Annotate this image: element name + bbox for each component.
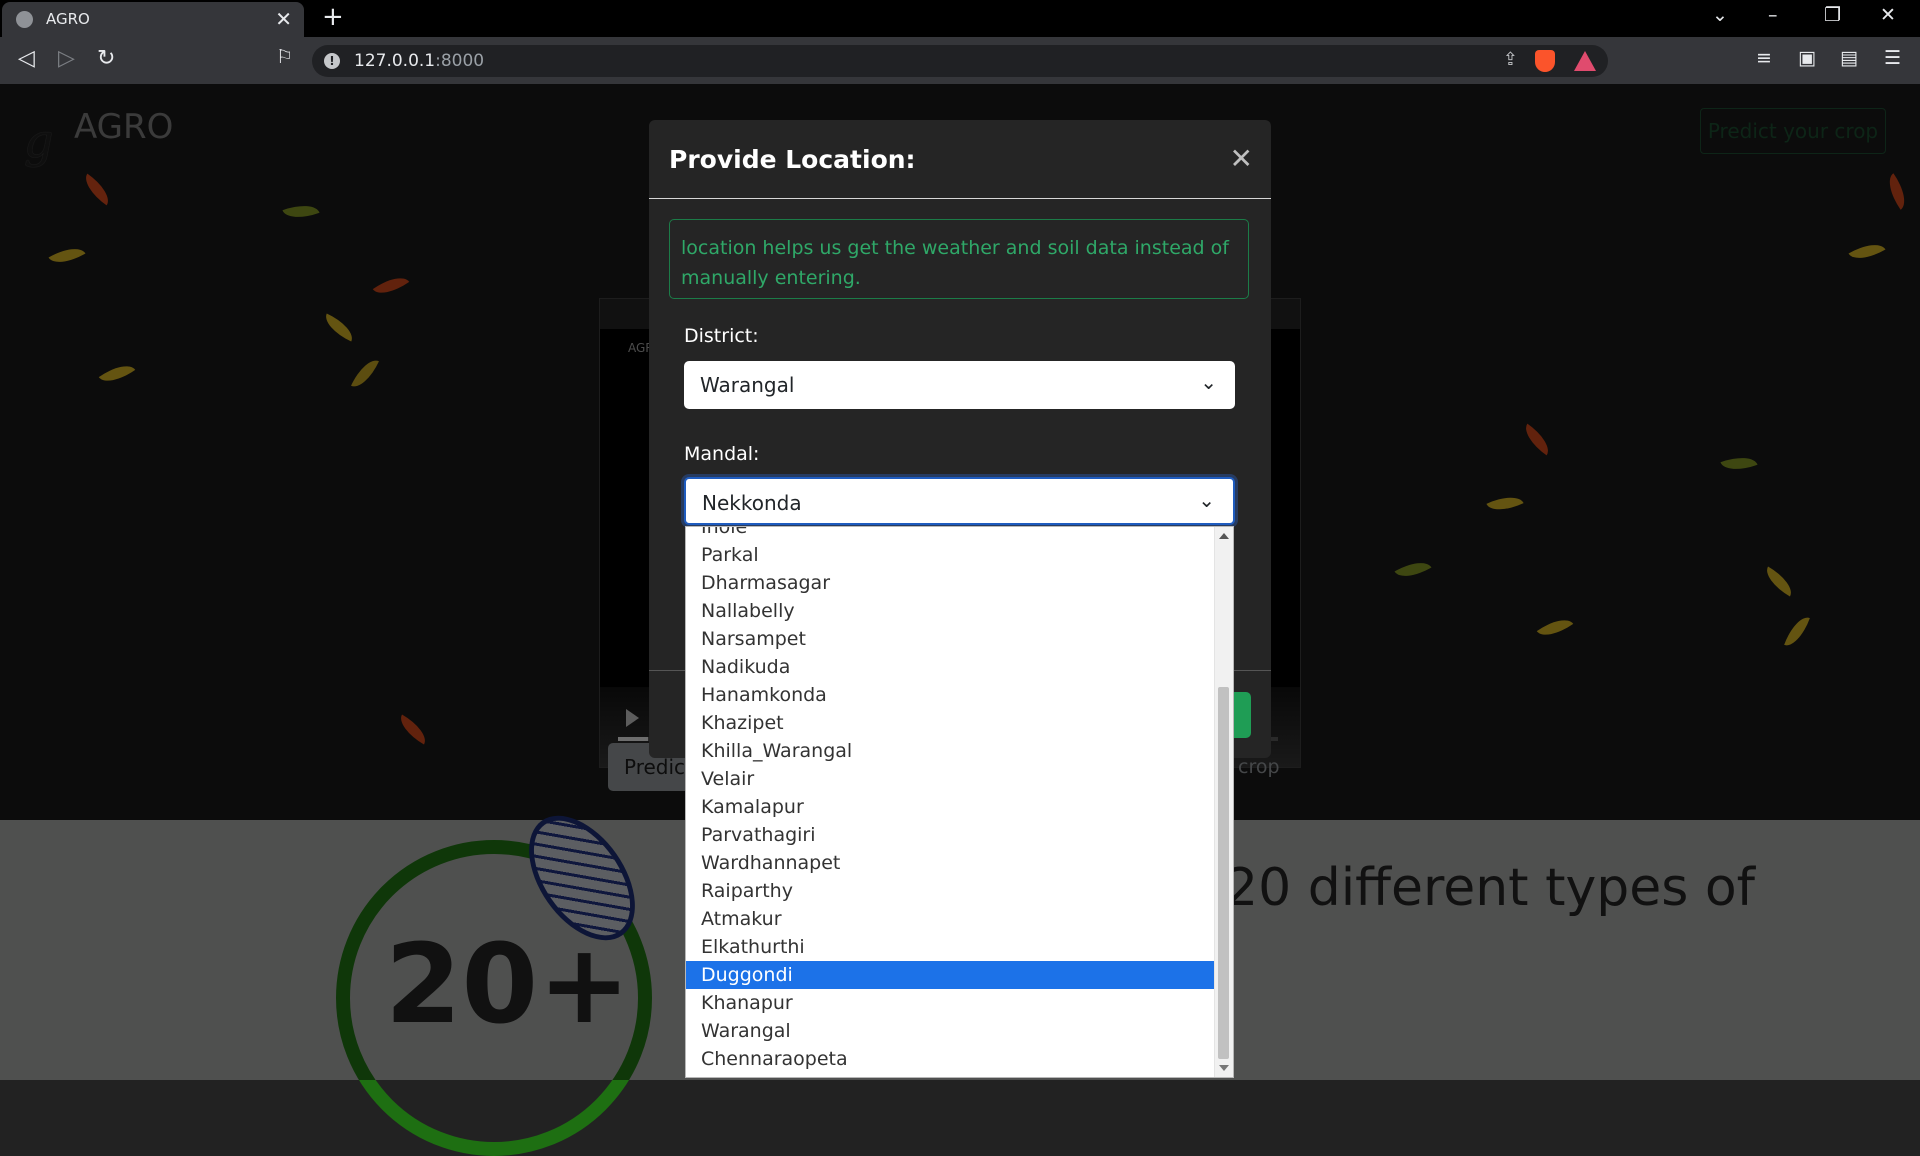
brave-shields-icon[interactable]: [1535, 50, 1555, 72]
menu-icon[interactable]: ☰: [1884, 47, 1901, 69]
url-text[interactable]: 127.0.0.1:8000: [354, 51, 484, 71]
district-label: District:: [684, 325, 759, 347]
browser-tabbar: AGRO ✕ + ⌄ – ❐ ✕: [0, 0, 1920, 37]
playlist-icon[interactable]: ≡: [1756, 47, 1772, 69]
address-bar[interactable]: ! 127.0.0.1:8000 ⇪: [312, 45, 1608, 77]
mandal-option[interactable]: Hanamkonda: [686, 681, 1215, 709]
mandal-option[interactable]: Narsampet: [686, 625, 1215, 653]
mandal-option[interactable]: Parkal: [686, 541, 1215, 569]
scroll-up-icon[interactable]: [1219, 533, 1229, 539]
dropdown-scrollbar[interactable]: [1214, 527, 1233, 1077]
mandal-options: Inole Parkal Dharmasagar Nallabelly Narsampe…: [686, 527, 1215, 1073]
window-close-icon[interactable]: ✕: [1880, 4, 1896, 26]
mandal-option[interactable]: Duggondi: [686, 961, 1215, 989]
mandal-option[interactable]: Raiparthy: [686, 877, 1215, 905]
district-value: Warangal: [700, 373, 795, 397]
url-port: :8000: [435, 51, 485, 71]
brave-rewards-icon[interactable]: [1574, 51, 1596, 71]
mandal-option[interactable]: Khanapur: [686, 989, 1215, 1017]
mandal-option[interactable]: Velair: [686, 765, 1215, 793]
browser-tab[interactable]: AGRO ✕: [2, 2, 304, 37]
chevron-down-icon: ⌄: [1200, 370, 1217, 394]
mandal-option[interactable]: Atmakur: [686, 905, 1215, 933]
browser-toolbar: ◁ ▷ ↻ ⚐ ! 127.0.0.1:8000 ⇪ ≡ ▣ ▤ ☰: [0, 37, 1920, 84]
forward-icon[interactable]: ▷: [58, 46, 75, 71]
bookmark-icon[interactable]: ⚐: [276, 46, 293, 68]
info-alert: location helps us get the weather and so…: [669, 219, 1249, 299]
sidebar-icon[interactable]: ▣: [1798, 47, 1816, 69]
restore-icon[interactable]: ❐: [1824, 4, 1841, 26]
mandal-label: Mandal:: [684, 443, 760, 465]
mandal-option[interactable]: Nallabelly: [686, 597, 1215, 625]
mandal-option[interactable]: Elkathurthi: [686, 933, 1215, 961]
mandal-option[interactable]: Chennaraopeta: [686, 1045, 1215, 1073]
close-icon[interactable]: ✕: [1230, 142, 1253, 175]
minimize-icon[interactable]: –: [1768, 4, 1778, 26]
mandal-option[interactable]: Wardhannapet: [686, 849, 1215, 877]
mandal-dropdown-list[interactable]: Inole Parkal Dharmasagar Nallabelly Narsampe…: [685, 526, 1234, 1078]
chevron-down-icon: ⌄: [1198, 488, 1215, 512]
wallet-icon[interactable]: ▤: [1840, 47, 1858, 69]
mandal-option[interactable]: Nadikuda: [686, 653, 1215, 681]
mandal-option[interactable]: Dharmasagar: [686, 569, 1215, 597]
mandal-option[interactable]: Kamalapur: [686, 793, 1215, 821]
mandal-option[interactable]: Warangal: [686, 1017, 1215, 1045]
scrollbar-thumb[interactable]: [1218, 687, 1229, 1059]
globe-icon: [16, 11, 33, 28]
share-icon[interactable]: ⇪: [1503, 49, 1518, 70]
new-tab-icon[interactable]: +: [322, 2, 344, 32]
mandal-value: Nekkonda: [702, 491, 802, 515]
reload-icon[interactable]: ↻: [97, 46, 115, 71]
district-select[interactable]: Warangal ⌄: [684, 361, 1235, 409]
tab-search-icon[interactable]: ⌄: [1712, 4, 1728, 26]
url-host: 127.0.0.1: [354, 51, 436, 71]
mandal-option[interactable]: Inole: [686, 527, 1215, 541]
modal-title: Provide Location:: [669, 145, 916, 174]
back-icon[interactable]: ◁: [18, 46, 35, 71]
tab-close-icon[interactable]: ✕: [275, 7, 292, 31]
tab-title: AGRO: [46, 10, 90, 28]
mandal-option[interactable]: Parvathagiri: [686, 821, 1215, 849]
mandal-option[interactable]: Khilla_Warangal: [686, 737, 1215, 765]
mandal-select[interactable]: Nekkonda ⌄: [684, 477, 1235, 525]
info-icon[interactable]: !: [324, 53, 340, 69]
scroll-down-icon[interactable]: [1219, 1065, 1229, 1071]
mandal-option[interactable]: Khazipet: [686, 709, 1215, 737]
modal-divider: [649, 198, 1271, 199]
